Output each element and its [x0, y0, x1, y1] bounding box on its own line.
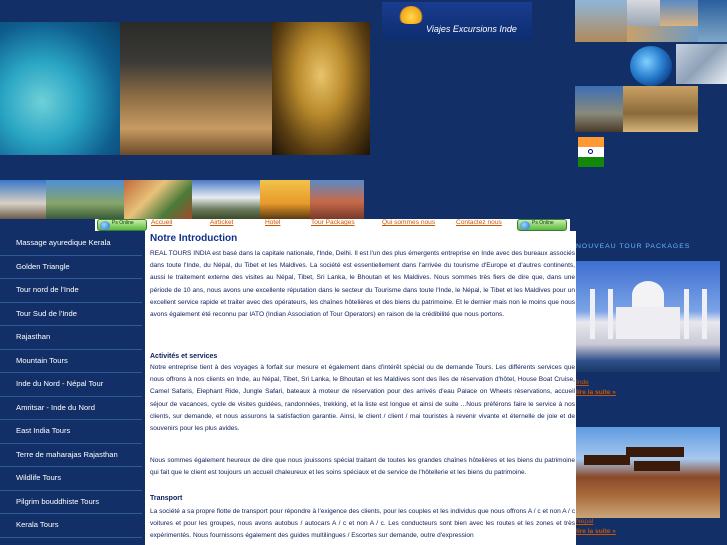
online-button[interactable]: Ps Online: [97, 219, 147, 231]
collage-photo: [676, 44, 727, 84]
new-tour-packages-title: NOUVEAU TOUR PACKAGES: [576, 243, 691, 250]
package-name-inde[interactable]: Inde: [576, 379, 589, 386]
section-title-transport: Transport: [150, 495, 183, 502]
sidebar-item-pilgrim[interactable]: Pilgrim bouddhiste Tours: [0, 491, 142, 514]
minaret-shape: [590, 289, 595, 339]
site-logo[interactable]: Viajes Excursions Inde: [382, 2, 532, 41]
globe-icon: [100, 221, 110, 230]
main-content: Notre Introduction REAL TOURS INDIA est …: [145, 231, 576, 545]
package-name-nepal[interactable]: Nepal: [576, 518, 593, 525]
taj-body-shape: [616, 307, 680, 339]
globe-icon: [520, 221, 530, 230]
activites-paragraph: Notre entreprise tient à des voyages à f…: [150, 364, 575, 433]
collage-photo: [627, 26, 698, 42]
collage-photo: [623, 86, 698, 132]
india-flag-icon: [578, 137, 604, 167]
sidebar-item-wildlife[interactable]: Wildlife Tours: [0, 467, 142, 491]
strip-photo: [46, 180, 124, 219]
sidebar-item-inde-nepal[interactable]: Inde du Nord - Népal Tour: [0, 373, 142, 397]
intro-paragraph: REAL TOURS INDIA est basé dans la capita…: [150, 250, 575, 319]
collage-photo: [575, 0, 627, 42]
sidebar-item-mountain-tours[interactable]: Mountain Tours: [0, 350, 142, 373]
logo-sun-icon: [398, 6, 424, 24]
akshardham-temple-photo: [120, 22, 272, 155]
online-button-label: Ps Online: [532, 220, 554, 226]
strip-photo: [0, 180, 46, 219]
collage-photo: [575, 86, 623, 132]
pagoda-roof-shape: [584, 455, 630, 465]
globe-icon: [630, 46, 672, 86]
nav-link-airticket[interactable]: Airticket: [210, 219, 233, 226]
collage-photo: [627, 0, 660, 26]
strip-photo: [192, 180, 260, 219]
nav-link-contactez-nous[interactable]: Contactez nous: [456, 219, 502, 226]
online-button-label: Ps Online: [112, 220, 134, 226]
nav-link-tour-packages[interactable]: Tour Packages: [311, 219, 355, 226]
pagoda-roof-shape: [626, 447, 684, 457]
collage-photo: [698, 0, 727, 42]
minaret-shape: [702, 289, 707, 339]
strip-photo: [124, 180, 192, 219]
ganesh-statue-photo: [272, 22, 370, 155]
camel-photo: [260, 180, 310, 219]
transport-paragraph: La société a sa propre flotte de transpo…: [150, 508, 575, 540]
nav-link-qui-sommes-nous[interactable]: Qui sommes nous: [382, 219, 435, 226]
nepal-temple-photo[interactable]: [576, 427, 720, 518]
taj-mahal-photo[interactable]: [576, 261, 720, 372]
read-more-link[interactable]: lire la suite »: [576, 528, 616, 535]
sidebar-item-tour-sud[interactable]: Tour Sud de l'Inde: [0, 303, 142, 326]
logo-text: Viajes Excursions Inde: [426, 24, 517, 34]
sidebar-item-east-india[interactable]: East India Tours: [0, 420, 142, 444]
page-title: Notre Introduction: [150, 233, 238, 244]
online-button[interactable]: Ps Online: [517, 219, 567, 231]
maldives-photo: [0, 22, 120, 155]
hotels-paragraph: Nous sommes également heureux de dire qu…: [150, 457, 575, 477]
sidebar-item-maharajas[interactable]: Terre de maharajas Rajasthan: [0, 444, 142, 467]
sidebar-item-golden-triangle[interactable]: Golden Triangle: [0, 256, 142, 279]
sidebar-item-massage-kerala[interactable]: Massage ayuredique Kerala: [0, 232, 142, 256]
sidebar-item-amritsar[interactable]: Amritsar - Inde du Nord: [0, 397, 142, 420]
sidebar-item-kerala[interactable]: Kerala Tours: [0, 514, 142, 538]
sidebar-menu: Massage ayuredique Kerala Golden Triangl…: [0, 232, 142, 545]
sidebar-item-rajasthan[interactable]: Rajasthan: [0, 326, 142, 350]
minaret-shape: [684, 289, 689, 339]
read-more-link[interactable]: lire la suite »: [576, 389, 616, 396]
section-title-activites: Activités et services: [150, 353, 218, 360]
nav-link-accueil[interactable]: Accueil: [151, 219, 172, 226]
pagoda-roof-shape: [634, 461, 680, 471]
collage-photo: [660, 0, 698, 26]
sidebar-item-tour-nord[interactable]: Tour nord de l'Inde: [0, 279, 142, 303]
minaret-shape: [608, 289, 613, 339]
nav-link-hotel[interactable]: Hotel: [265, 219, 280, 226]
strip-photo: [310, 180, 364, 219]
taj-dome-shape: [632, 281, 664, 309]
